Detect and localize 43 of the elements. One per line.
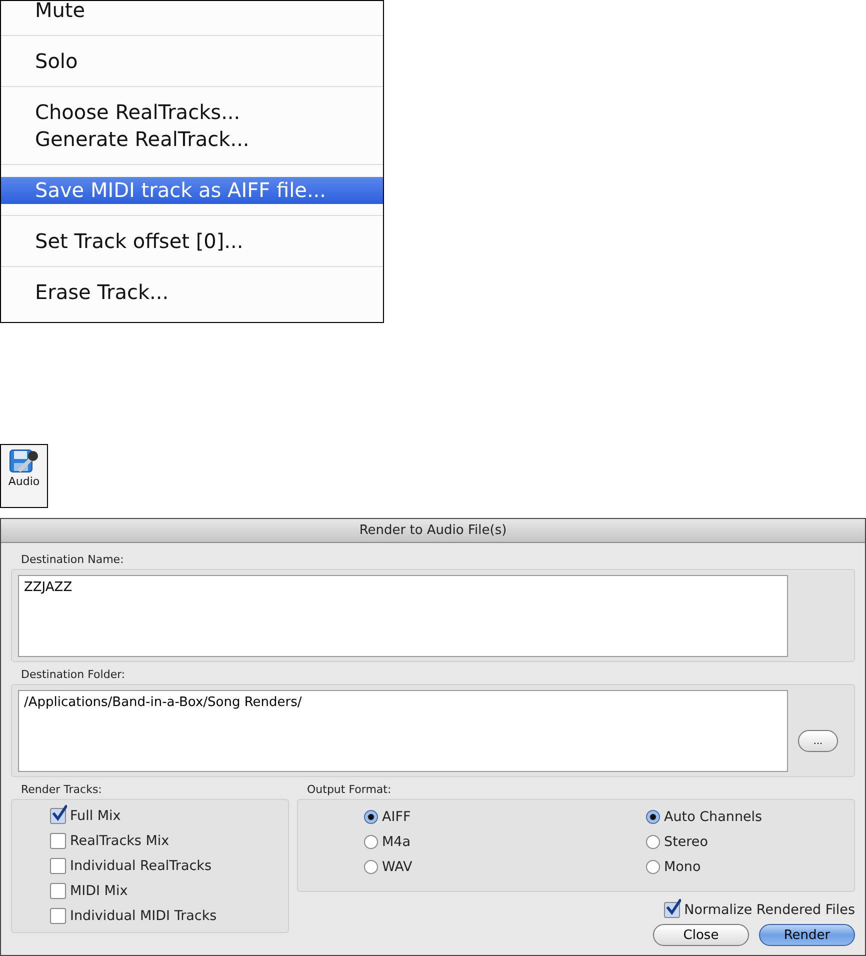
render-button[interactable]: Render	[759, 924, 855, 946]
radio-button[interactable]	[646, 835, 660, 849]
radio-label: WAV	[382, 859, 412, 875]
menu-item[interactable]: Choose RealTracks...	[1, 99, 383, 126]
dialog-title: Render to Audio File(s)	[359, 523, 507, 538]
radio-label: Mono	[664, 859, 701, 875]
menu-item[interactable]: Solo	[1, 48, 383, 75]
browse-button[interactable]: ...	[798, 730, 838, 752]
radio-button[interactable]	[646, 810, 660, 824]
checkbox-label: Individual RealTracks	[70, 858, 212, 874]
section-label: Destination Folder:	[20, 667, 126, 683]
checkbox[interactable]	[50, 808, 66, 824]
destination-folder-field[interactable]: /Applications/Band-in-a-Box/Song Renders/	[18, 690, 788, 772]
checkbox[interactable]	[664, 902, 680, 918]
radio-label: Stereo	[664, 834, 708, 850]
radio-button[interactable]	[364, 835, 378, 849]
radio-label: M4a	[382, 834, 411, 850]
radio-label: Auto Channels	[664, 809, 762, 825]
checkbox[interactable]	[50, 833, 66, 849]
checkbox-label: Individual MIDI Tracks	[70, 908, 217, 924]
menu-item[interactable]: Generate RealTrack...	[1, 126, 383, 153]
checkbox[interactable]	[50, 908, 66, 924]
checkbox-label: MIDI Mix	[70, 883, 128, 899]
checkbox-label: Normalize Rendered Files	[684, 902, 855, 918]
menu-item[interactable]: Set Track offset [0]...	[1, 228, 383, 255]
destination-name-field[interactable]: ZZJAZZ	[18, 575, 788, 657]
section-label: Output Format:	[306, 782, 392, 798]
radio-label: AIFF	[382, 809, 411, 825]
radio-button[interactable]	[364, 810, 378, 824]
floppy-microphone-icon	[9, 449, 39, 475]
menu-item[interactable]: Erase Track...	[1, 279, 383, 306]
audio-toolbar-button[interactable]: Audio	[0, 444, 48, 508]
checkbox-label: Full Mix	[70, 808, 121, 824]
radio-button[interactable]	[646, 860, 660, 874]
section-label: Destination Name:	[20, 552, 124, 568]
checkbox[interactable]	[50, 858, 66, 874]
checkbox[interactable]	[50, 883, 66, 899]
section-label: Render Tracks:	[20, 782, 102, 798]
radio-button[interactable]	[364, 860, 378, 874]
menu-item[interactable]: Save MIDI track as AIFF file...	[1, 177, 383, 204]
checkbox-label: RealTracks Mix	[70, 833, 170, 849]
menu-item[interactable]: Mute	[1, 1, 383, 24]
close-button[interactable]: Close	[653, 924, 749, 946]
